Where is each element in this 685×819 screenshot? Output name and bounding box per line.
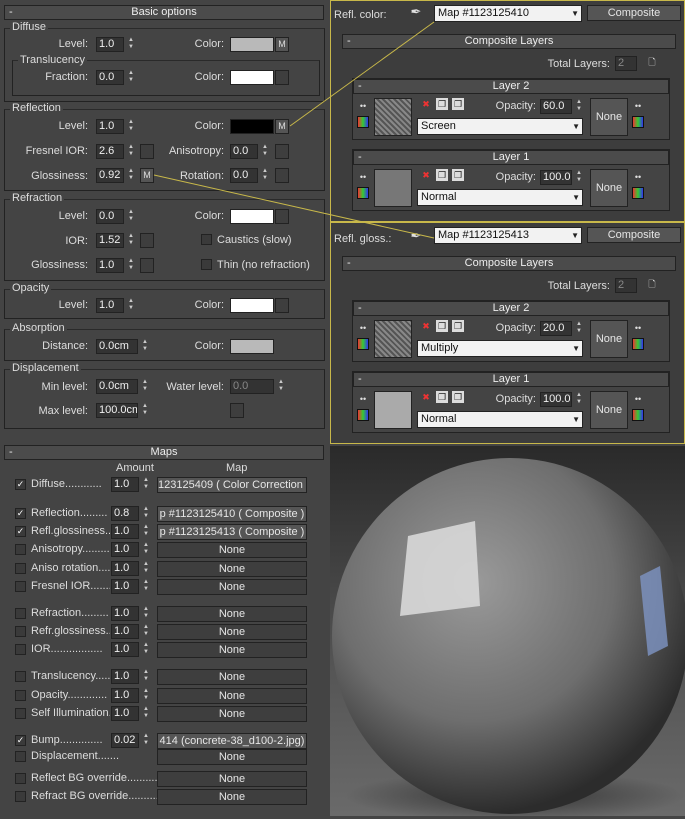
link-lines bbox=[153, 21, 435, 239]
